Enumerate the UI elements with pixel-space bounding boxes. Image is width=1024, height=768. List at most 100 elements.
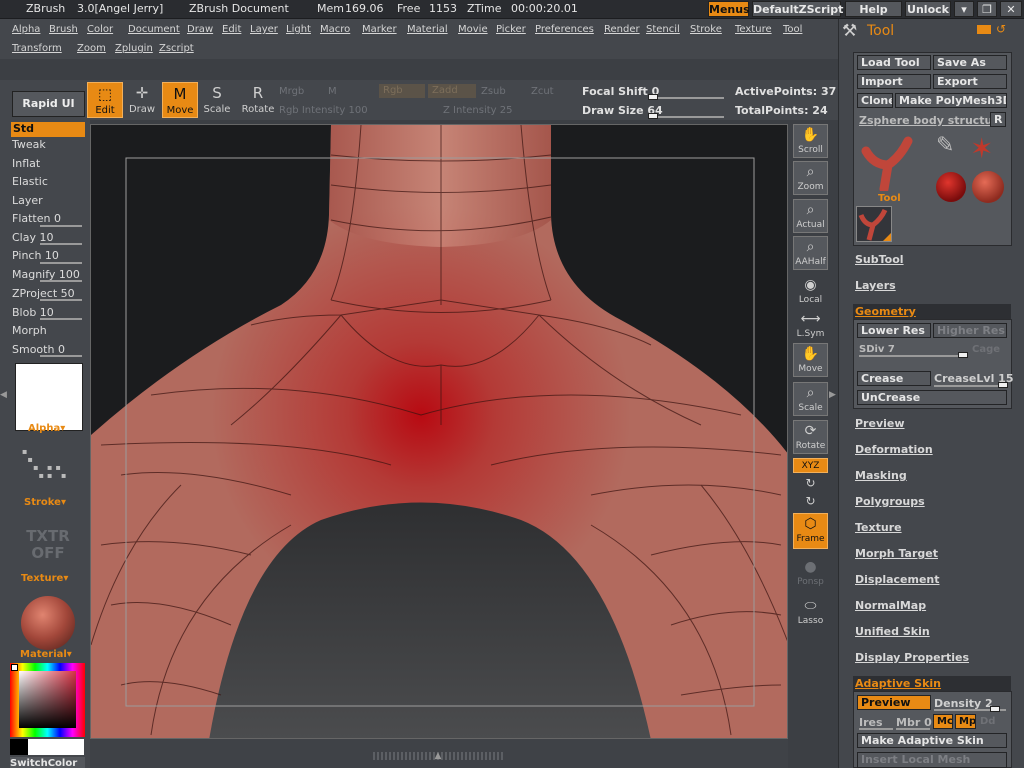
menu-brush[interactable]: Brush — [49, 24, 78, 35]
menu-movie[interactable]: Movie — [458, 24, 488, 35]
menu-light[interactable]: Light — [286, 24, 311, 35]
zcut-button[interactable]: Zcut — [531, 86, 554, 97]
crease-button[interactable]: Crease — [857, 371, 931, 386]
m-button[interactable]: M — [328, 86, 337, 97]
current-tool-name[interactable]: Zsphere body structu — [859, 114, 992, 127]
menu-tool[interactable]: Tool — [783, 24, 802, 35]
actual-button[interactable]: ⌕ Actual — [793, 199, 828, 233]
menu-edit[interactable]: Edit — [222, 24, 241, 35]
material-sphere-icon[interactable] — [21, 596, 75, 650]
brush-layer[interactable]: Layer — [12, 194, 86, 207]
dd-toggle[interactable]: Dd — [980, 716, 995, 727]
menu-stencil[interactable]: Stencil — [646, 24, 680, 35]
clone-button[interactable]: Clone — [857, 93, 893, 108]
morph-target-section[interactable]: Morph Target — [855, 547, 938, 560]
mrgb-button[interactable]: Mrgb — [279, 86, 304, 97]
xyz-button[interactable]: XYZ — [793, 458, 828, 473]
minimize-button[interactable]: ▾ — [954, 1, 974, 17]
menu-stroke[interactable]: Stroke — [690, 24, 722, 35]
brush-flatten[interactable]: Flatten 0 — [12, 212, 86, 225]
menu-transform[interactable]: Transform — [12, 43, 62, 54]
zproject-slider[interactable] — [40, 299, 82, 301]
brush-std[interactable]: Std — [11, 122, 85, 137]
draw-size-track[interactable] — [648, 116, 724, 118]
stroke-picker[interactable]: Stroke▾ — [24, 497, 66, 508]
polysphere-icon[interactable] — [972, 171, 1004, 203]
material-picker[interactable]: Material▾ — [20, 649, 72, 660]
alpha-swatch[interactable] — [15, 363, 83, 431]
menu-layer[interactable]: Layer — [250, 24, 278, 35]
close-button[interactable]: ✕ — [1000, 1, 1022, 17]
main-color-swatch[interactable] — [28, 739, 84, 755]
menu-zoom[interactable]: Zoom — [77, 43, 106, 54]
make-adaptive-skin-button[interactable]: Make Adaptive Skin — [857, 733, 1007, 748]
adaptive-preview-button[interactable]: Preview — [857, 695, 931, 710]
preview-section[interactable]: Preview — [855, 417, 905, 430]
unified-skin-section[interactable]: Unified Skin — [855, 625, 930, 638]
right-tray-collapse-icon[interactable]: ▶ — [829, 380, 837, 410]
ponsp-button[interactable]: ● Ponsp — [793, 557, 828, 591]
density-knob[interactable] — [990, 706, 1000, 712]
brush-tweak[interactable]: Tweak — [12, 138, 86, 151]
focal-shift-track[interactable] — [648, 97, 724, 99]
menu-color[interactable]: Color — [87, 24, 113, 35]
zsub-button[interactable]: Zsub — [481, 86, 506, 97]
menu-material[interactable]: Material — [407, 24, 448, 35]
smooth-slider[interactable] — [40, 355, 82, 357]
layers-section[interactable]: Layers — [855, 279, 896, 292]
palette-reset-icon[interactable]: ↺ — [996, 22, 1006, 36]
zoom-button[interactable]: ⌕ Zoom — [793, 161, 828, 195]
bottom-tray-toggle[interactable]: ▲ — [373, 752, 503, 761]
lsym-button[interactable]: ⟷ L.Sym — [793, 309, 828, 343]
move-view-button[interactable]: ✋ Move — [793, 343, 828, 377]
simplebrush-icon[interactable]: ✎ — [936, 133, 966, 163]
switch-color-button[interactable]: SwitchColor — [10, 757, 85, 768]
sdiv-slider[interactable]: SDiv 7 — [859, 344, 895, 355]
polygroups-section[interactable]: Polygroups — [855, 495, 925, 508]
default-zscript-button[interactable]: DefaultZScript — [752, 1, 843, 17]
sdiv-knob[interactable] — [958, 352, 968, 358]
texture-picker[interactable]: Texture▾ — [21, 573, 68, 584]
pinch-slider[interactable] — [40, 262, 82, 264]
cage-button[interactable]: Cage — [972, 344, 1000, 355]
menu-render[interactable]: Render — [604, 24, 640, 35]
flatten-slider[interactable] — [40, 225, 82, 227]
brush-inflat[interactable]: Inflat — [12, 157, 86, 170]
mc-toggle[interactable]: Mc — [933, 714, 953, 729]
crease-level-knob[interactable] — [998, 382, 1008, 388]
import-button[interactable]: Import — [857, 74, 931, 89]
normalmap-section[interactable]: NormalMap — [855, 599, 926, 612]
rapid-ui-button[interactable]: Rapid UI — [12, 91, 85, 117]
lower-res-button[interactable]: Lower Res — [857, 323, 931, 338]
mbr-track[interactable] — [896, 728, 930, 730]
save-as-button[interactable]: Save As — [933, 55, 1007, 70]
tool-r-button[interactable]: R — [990, 112, 1006, 127]
unlock-button[interactable]: Unlock — [905, 1, 951, 17]
blob-slider[interactable] — [40, 318, 82, 320]
menu-picker[interactable]: Picker — [496, 24, 526, 35]
texture-off-swatch[interactable]: TXTR OFF — [22, 528, 74, 562]
rotate-view-button[interactable]: ⟳ Rotate — [793, 420, 828, 454]
edit-button[interactable]: ⬚ Edit — [87, 82, 123, 118]
rotate-y-icon[interactable]: ↻ — [793, 476, 828, 492]
help-button[interactable]: Help — [845, 1, 902, 17]
menu-alpha[interactable]: Alpha — [12, 24, 40, 35]
brush-elastic[interactable]: Elastic — [12, 175, 86, 188]
left-tray-collapse-icon[interactable]: ◀ — [0, 380, 9, 410]
magnify-slider[interactable] — [40, 280, 82, 282]
higher-res-button[interactable]: Higher Res — [933, 323, 1007, 338]
texture-section[interactable]: Texture — [855, 521, 902, 534]
menu-macro[interactable]: Macro — [320, 24, 350, 35]
rgb-intensity-slider[interactable]: Rgb Intensity 100 — [279, 105, 368, 116]
deformation-section[interactable]: Deformation — [855, 443, 933, 456]
adaptive-skin-section[interactable]: Adaptive Skin — [853, 676, 1011, 691]
brush-pinch[interactable]: Pinch 10 — [12, 249, 86, 262]
brush-morph[interactable]: Morph — [12, 324, 86, 337]
menu-document[interactable]: Document — [128, 24, 180, 35]
draw-size-knob[interactable] — [648, 113, 658, 119]
rotate-button[interactable]: R Rotate — [239, 82, 277, 118]
move-button[interactable]: M Move — [162, 82, 198, 118]
display-properties-section[interactable]: Display Properties — [855, 651, 969, 664]
palette-menu-icon[interactable] — [977, 25, 991, 34]
geometry-section[interactable]: Geometry — [853, 304, 1011, 319]
